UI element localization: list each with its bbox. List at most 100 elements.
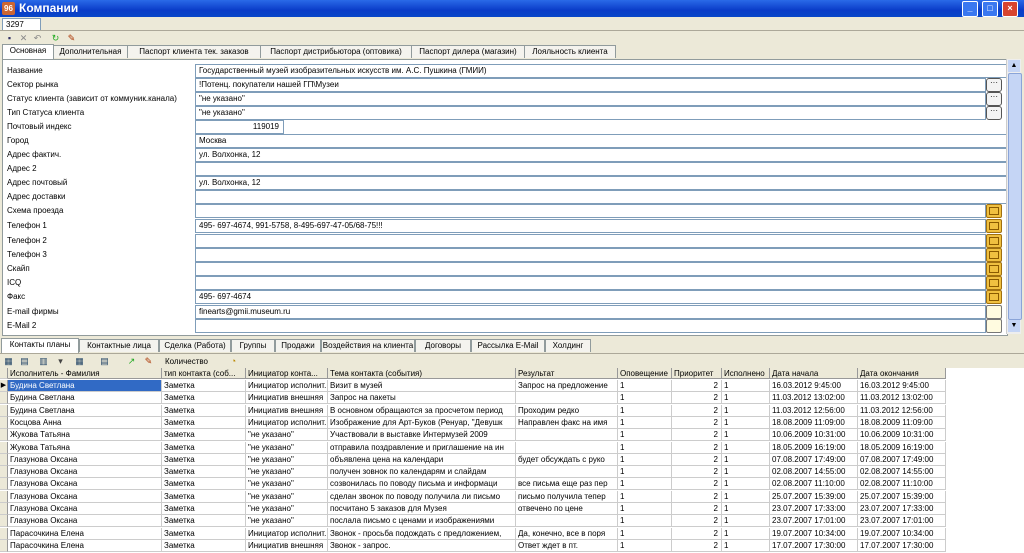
table-cell[interactable]: 1 bbox=[618, 478, 672, 491]
table-cell[interactable]: 1 bbox=[618, 490, 672, 503]
field-input[interactable]: 495- 697-4674 bbox=[195, 290, 986, 304]
column-header[interactable]: Дата начала bbox=[770, 368, 858, 379]
table-cell[interactable] bbox=[516, 441, 618, 454]
table-cell[interactable]: Заметка bbox=[162, 527, 246, 540]
table-cell[interactable]: 2 bbox=[672, 478, 722, 491]
field-input[interactable] bbox=[195, 262, 986, 276]
table-cell[interactable]: 2 bbox=[672, 429, 722, 442]
table-cell[interactable]: Заметка bbox=[162, 490, 246, 503]
list-icon[interactable]: ▤ bbox=[99, 356, 110, 367]
table-cell[interactable]: 1 bbox=[722, 539, 770, 552]
table-row[interactable]: Парасочкина Елена Заметка Инициатор исполн… bbox=[0, 527, 946, 540]
envelope-icon[interactable] bbox=[986, 262, 1002, 276]
table-cell[interactable]: 17.07.2007 17:30:00 bbox=[858, 539, 946, 552]
column-header[interactable]: Тема контакта (события) bbox=[328, 368, 516, 379]
ellipsis-button[interactable]: ··· bbox=[986, 92, 1002, 106]
table-cell[interactable]: 1 bbox=[618, 404, 672, 417]
table-cell[interactable]: отправила поздравление и приглашение на … bbox=[328, 441, 516, 454]
table-cell[interactable]: послала письмо с ценами и изображениями bbox=[328, 515, 516, 528]
column-header[interactable]: Приоритет bbox=[672, 368, 722, 379]
column-header[interactable]: Инициатор конта... bbox=[246, 368, 328, 379]
table-cell[interactable]: 1 bbox=[618, 392, 672, 405]
table-cell[interactable]: 2 bbox=[672, 404, 722, 417]
field-input[interactable]: 495- 697-4674, 991-5758, 8-495-697-47-05… bbox=[195, 219, 986, 233]
clock-icon[interactable]: ◔ bbox=[228, 356, 239, 367]
table-cell[interactable]: 11.03.2012 13:02:00 bbox=[770, 392, 858, 405]
table-cell[interactable]: Жукова Татьяна bbox=[8, 441, 162, 454]
tab-distributor-passport[interactable]: Паспорт дистрибьютора (оптовика) bbox=[260, 45, 412, 58]
table-row[interactable]: Глазунова Оксана Заметка "не указано" объяв… bbox=[0, 453, 946, 466]
table-cell[interactable]: Заметка bbox=[162, 429, 246, 442]
table-row[interactable]: Глазунова Оксана Заметка "не указано" посла… bbox=[0, 515, 946, 528]
table-row[interactable]: Будина Светлана Заметка Инициатив внешняя З… bbox=[0, 392, 946, 405]
table-cell[interactable]: 2 bbox=[672, 380, 722, 392]
table-cell[interactable]: 18.05.2009 16:19:00 bbox=[770, 441, 858, 454]
table-cell[interactable] bbox=[516, 429, 618, 442]
table-cell[interactable]: Проходим редко bbox=[516, 404, 618, 417]
table-cell[interactable]: 1 bbox=[618, 380, 672, 392]
export-icon[interactable]: ↗ bbox=[126, 356, 137, 367]
table-cell[interactable]: Заметка bbox=[162, 466, 246, 479]
table-cell[interactable]: Да, конечно, все в поря bbox=[516, 527, 618, 540]
table-cell[interactable]: 1 bbox=[618, 429, 672, 442]
envelope-icon[interactable] bbox=[986, 248, 1002, 262]
field-input[interactable] bbox=[195, 248, 986, 262]
table-cell[interactable]: 11.03.2012 12:56:00 bbox=[770, 404, 858, 417]
ellipsis-button[interactable]: ··· bbox=[986, 106, 1002, 120]
bottom-tab[interactable]: Контакты планы bbox=[1, 338, 79, 353]
bottom-tab[interactable]: Рассылка E-Mail bbox=[471, 339, 545, 352]
close-button[interactable]: × bbox=[1002, 1, 1018, 17]
field-input[interactable] bbox=[195, 234, 986, 248]
table-cell[interactable] bbox=[516, 392, 618, 405]
tab-loyalty[interactable]: Лояльность клиента bbox=[524, 45, 616, 58]
tab-additional[interactable]: Дополнительная bbox=[53, 45, 128, 58]
scroll-down-icon[interactable]: ▼ bbox=[1008, 320, 1020, 332]
save-icon[interactable]: ▪ bbox=[4, 33, 15, 44]
table-cell[interactable]: 1 bbox=[722, 466, 770, 479]
filter-icon[interactable]: ▥ bbox=[38, 356, 49, 367]
table-cell[interactable]: 1 bbox=[722, 453, 770, 466]
table-row[interactable]: Глазунова Оксана Заметка "не указано" созво… bbox=[0, 478, 946, 491]
table-cell[interactable]: Заметка bbox=[162, 441, 246, 454]
table-row[interactable]: Парасочкина Елена Заметка Инициатив внешня… bbox=[0, 539, 946, 552]
table-cell[interactable]: Инициатор исполнит. bbox=[246, 416, 328, 429]
table-cell[interactable]: 02.08.2007 11:10:00 bbox=[858, 478, 946, 491]
undo-icon[interactable]: ↶ bbox=[32, 33, 43, 44]
table-cell[interactable]: "не указано" bbox=[246, 429, 328, 442]
table-cell[interactable]: 2 bbox=[672, 490, 722, 503]
table-cell[interactable]: Косцова Анна bbox=[8, 416, 162, 429]
table-cell[interactable]: 23.07.2007 17:33:00 bbox=[770, 503, 858, 515]
table-cell[interactable]: 2 bbox=[672, 503, 722, 515]
table-cell[interactable]: 1 bbox=[722, 503, 770, 515]
bottom-tab[interactable]: Холдинг bbox=[545, 339, 591, 352]
table-cell[interactable]: Парасочкина Елена bbox=[8, 539, 162, 552]
table-cell[interactable]: "не указано" bbox=[246, 490, 328, 503]
field-input[interactable]: "не указано" bbox=[195, 92, 986, 106]
table-cell[interactable]: "не указано" bbox=[246, 466, 328, 479]
document-icon[interactable] bbox=[986, 305, 1002, 319]
table-cell[interactable]: 02.08.2007 11:10:00 bbox=[770, 478, 858, 491]
table-cell[interactable]: сделан звонок по поводу получила ли пись… bbox=[328, 490, 516, 503]
table-cell[interactable]: 1 bbox=[618, 416, 672, 429]
table-cell[interactable]: Звонок - просьба подождать с предложение… bbox=[328, 527, 516, 540]
table-cell[interactable]: 16.03.2012 9:45:00 bbox=[770, 380, 858, 392]
add-icon[interactable]: ▦ bbox=[3, 356, 14, 367]
column-header[interactable]: Исполнитель - Фамилия bbox=[8, 368, 162, 379]
table-cell[interactable]: Глазунова Оксана bbox=[8, 478, 162, 491]
table-cell[interactable]: Заметка bbox=[162, 453, 246, 466]
column-header[interactable]: Оповещение bbox=[618, 368, 672, 379]
table-cell[interactable]: 1 bbox=[722, 429, 770, 442]
edit-record-icon[interactable]: ✎ bbox=[143, 356, 154, 367]
table-cell[interactable]: 1 bbox=[722, 404, 770, 417]
table-cell[interactable]: 1 bbox=[722, 441, 770, 454]
chevron-down-icon[interactable]: ▾ bbox=[55, 356, 66, 367]
table-cell[interactable]: В основном обращаются за просчетом перио… bbox=[328, 404, 516, 417]
table-row[interactable]: Глазунова Оксана Заметка "не указано" получ… bbox=[0, 466, 946, 479]
field-input[interactable] bbox=[195, 190, 1008, 204]
field-input[interactable]: ул. Волхонка, 12 bbox=[195, 176, 1008, 190]
table-cell[interactable]: получен зовнок по календарям и слайдам bbox=[328, 466, 516, 479]
table-cell[interactable]: 10.06.2009 10:31:00 bbox=[858, 429, 946, 442]
table-cell[interactable]: "не указано" bbox=[246, 515, 328, 528]
table-row[interactable]: Глазунова Оксана Заметка "не указано" сдела… bbox=[0, 490, 946, 503]
table-cell[interactable]: 18.05.2009 16:19:00 bbox=[858, 441, 946, 454]
